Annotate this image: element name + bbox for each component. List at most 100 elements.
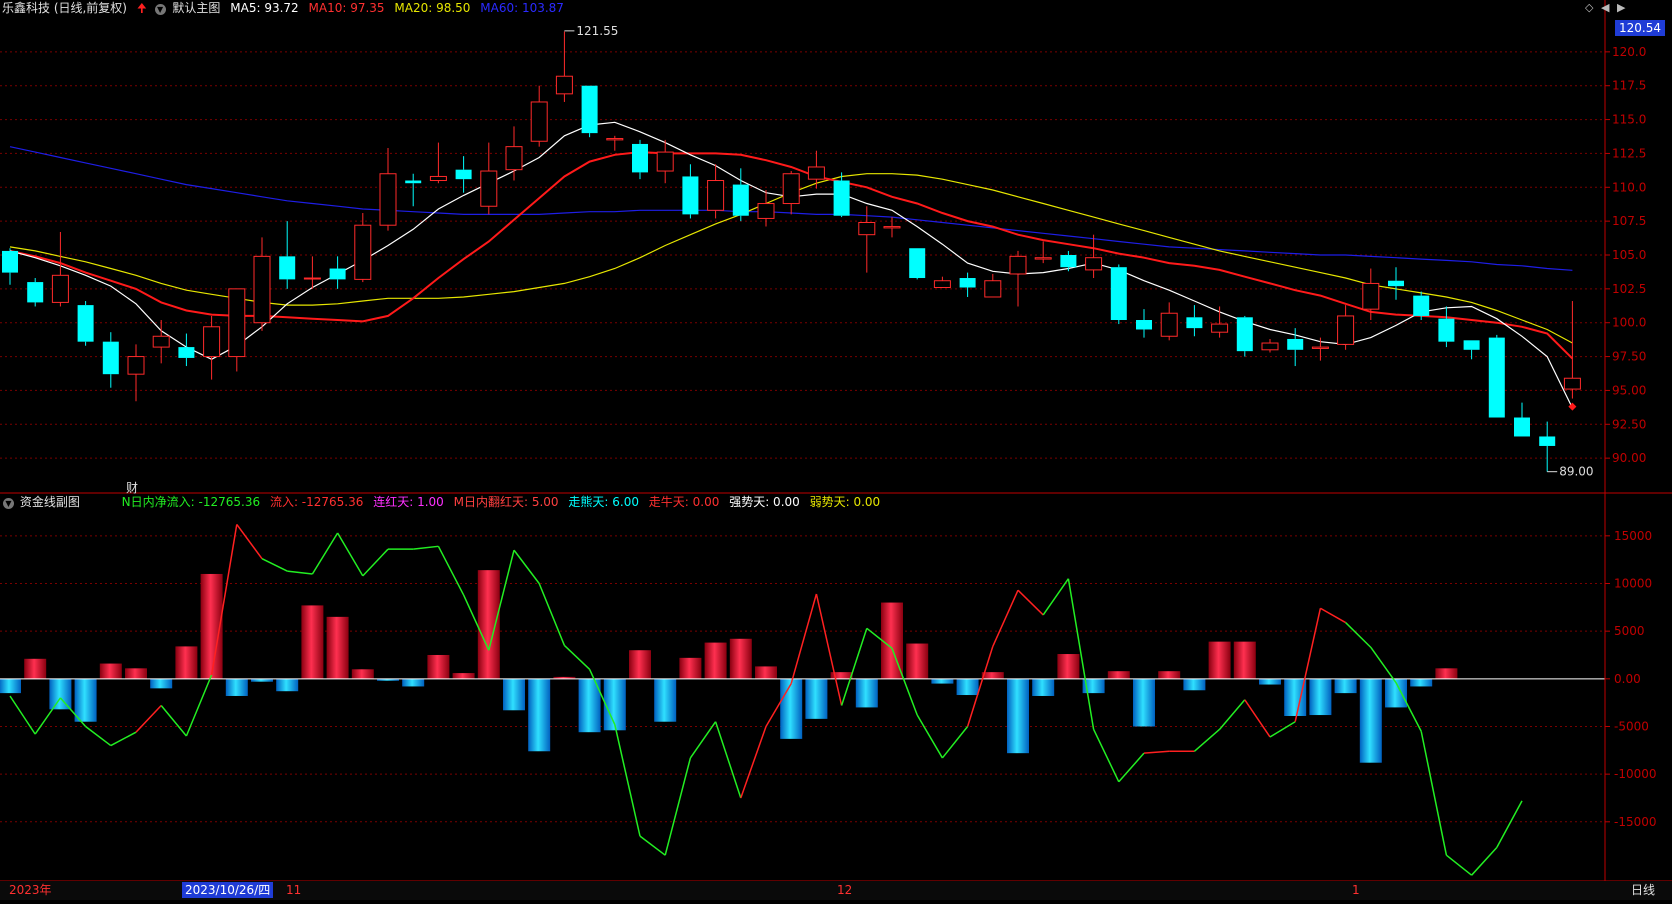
candle-body (909, 248, 926, 279)
candle-body (51, 274, 69, 303)
chart-name[interactable]: 默认主图 (172, 1, 220, 15)
inflow-bar (99, 663, 122, 679)
outflow-bar (1334, 678, 1357, 694)
candle-body (656, 151, 674, 172)
candle-body (1034, 257, 1052, 260)
outflow-bar (1309, 678, 1332, 716)
inflow-bar (1057, 654, 1080, 679)
ma60-value: MA60: 103.87 (480, 1, 564, 15)
inflow-bar (729, 638, 752, 679)
price-tick-label: 100.0 (1612, 316, 1646, 330)
price-tick-label: 112.5 (1612, 146, 1646, 160)
period-button[interactable]: 日线 (1628, 882, 1658, 898)
candle-body (1085, 257, 1103, 271)
inflow-bar (704, 642, 727, 679)
outflow-bar (1133, 678, 1155, 727)
candle-body (833, 180, 850, 216)
outflow-bar (1259, 678, 1281, 685)
candle-body (682, 176, 699, 215)
candle-body (530, 101, 548, 142)
outflow-bar (1032, 678, 1055, 696)
candle (909, 248, 926, 280)
candle-body (1514, 417, 1530, 437)
inflow-bar (175, 646, 198, 679)
chevron-down-icon[interactable]: ▼ (154, 4, 166, 15)
candle-body (1261, 342, 1279, 351)
outflow-bar (402, 678, 425, 687)
inflow-bar (1107, 671, 1130, 679)
chevron-right-icon[interactable]: ▶ (1617, 1, 1625, 14)
lian-hong-value: 连红天: 1.00 (373, 495, 444, 509)
candle-body (1438, 318, 1455, 342)
price-tick-label: 97.50 (1612, 350, 1646, 364)
price-tick-label: 92.50 (1612, 417, 1646, 431)
candle-body (152, 335, 170, 348)
inflow-bar (755, 666, 777, 679)
high-label: 121.55 (576, 24, 618, 38)
chevron-left-icon[interactable]: ◀ (1601, 1, 1609, 14)
price-tick-label: 117.5 (1612, 79, 1646, 93)
candle-body (1388, 280, 1404, 287)
fund-tick-label: -15000 (1614, 815, 1657, 829)
inflow-bar (301, 605, 324, 679)
candle-body (77, 305, 94, 342)
candle-body (1236, 317, 1253, 352)
chevron-down-icon[interactable]: ▼ (3, 498, 14, 509)
outflow-bar (528, 678, 551, 752)
inflow-bar (427, 654, 450, 679)
ma10-value: MA10: 97.35 (308, 1, 385, 15)
candle-body (127, 356, 145, 375)
inflow-bar (1435, 668, 1458, 679)
candle-body (253, 255, 271, 324)
candle-body (329, 268, 346, 280)
outflow-bar (1183, 678, 1206, 691)
candle (1413, 291, 1430, 321)
price-tick-label: 102.5 (1612, 282, 1646, 296)
month-12-label: 12 (837, 883, 853, 897)
candle-body (455, 169, 472, 180)
candle-body (1009, 255, 1027, 275)
sub-chart-name[interactable]: 资金线副图 (20, 495, 80, 509)
candle-body (429, 175, 447, 182)
ma20-value: MA20: 98.50 (394, 1, 471, 15)
candle-body (1463, 340, 1480, 350)
inflow-bar (452, 673, 475, 679)
outflow-bar (1410, 678, 1433, 687)
candle-body (959, 278, 976, 288)
candle-body (858, 221, 876, 236)
candle (581, 85, 598, 138)
outflow-bar (805, 678, 828, 719)
price-tick-label: 115.0 (1612, 113, 1646, 127)
outflow-bar (0, 678, 21, 694)
inflow-bar (1233, 641, 1256, 679)
outflow-bar (654, 678, 677, 722)
price-tick-label: 107.5 (1612, 214, 1646, 228)
current-price-badge: 120.54 (1615, 20, 1665, 36)
candle-body (757, 203, 775, 219)
candle (77, 301, 94, 346)
candle-body (1413, 295, 1430, 316)
zou-xiong-value: 走熊天: 6.00 (568, 495, 639, 509)
outflow-bar (780, 678, 803, 739)
diamond-icon[interactable]: ◇ (1585, 1, 1593, 14)
fund-tick-label: 10000 (1614, 576, 1652, 590)
fund-tick-label: -5000 (1614, 719, 1649, 733)
candle-body (203, 326, 221, 358)
outflow-bar (74, 678, 97, 722)
outflow-bar (855, 678, 878, 708)
fund-tick-label: -10000 (1614, 767, 1657, 781)
candle-body (632, 143, 648, 173)
inflow-bar (351, 669, 374, 679)
candle-body (555, 75, 573, 95)
stock-title[interactable]: 乐鑫科技 (日线,前复权) (2, 1, 127, 15)
month-1-label: 1 (1352, 883, 1360, 897)
price-tick-label: 90.00 (1612, 451, 1646, 465)
candle-body (354, 224, 372, 280)
outflow-bar (1007, 678, 1029, 754)
candle-body (1563, 377, 1581, 390)
candle-body (1311, 346, 1329, 349)
candle-body (1110, 267, 1127, 321)
candle-body (27, 282, 44, 303)
stock-chart[interactable]: 90.00 92.50 95.00 97.50 100.0 102.5 105.0 107.5… (0, 0, 1672, 900)
outflow-bar (931, 678, 954, 684)
